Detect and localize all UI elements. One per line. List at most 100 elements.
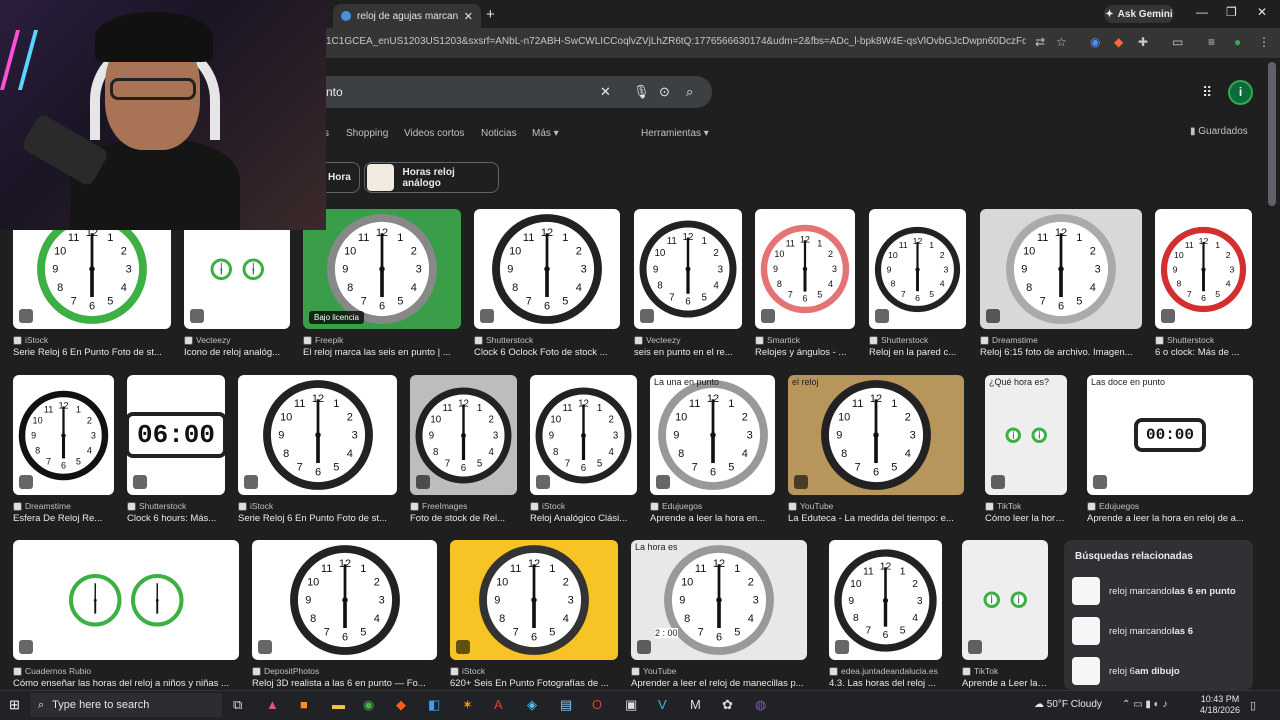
result-thumbnail[interactable]: 1 2 3 4 5 6 7 8 9 10 11 12	[238, 375, 397, 495]
result-title[interactable]: Esfera De Reloj Re...	[13, 513, 114, 524]
result-thumbnail[interactable]	[962, 540, 1048, 660]
result-thumbnail[interactable]: 1 2 3 4 5 6 7 8 9 10 11 12	[869, 209, 966, 329]
nav-more[interactable]: Más ▾	[532, 128, 559, 139]
image-result-card[interactable]: 1 2 3 4 5 6 7 8 9 10 11 12 iStock Serie Reloj 6 En Pu…	[238, 375, 397, 533]
result-title[interactable]: Serie Reloj 6 En Punto Foto de st...	[238, 513, 397, 524]
taskbar-search[interactable]: ⌕ Type here to search	[30, 693, 222, 717]
result-title[interactable]: Reloj en la pared c...	[869, 347, 966, 358]
search-input[interactable]: nto	[326, 85, 343, 99]
result-title[interactable]: Reloj 3D realista a las 6 en punto — Fo.…	[252, 678, 437, 689]
image-result-card[interactable]: 1 2 3 4 5 6 7 8 9 10 11 12 Bajo licencia Freepik El re…	[303, 209, 461, 367]
result-thumbnail[interactable]: 1 2 3 4 5 6 7 8 9 10 11 12	[474, 209, 620, 329]
lens-icon[interactable]: ⊙	[659, 84, 670, 100]
image-result-card[interactable]: 1 2 3 4 5 6 7 8 9 10 11 12 Vecteezy seis en punto en …	[634, 209, 742, 367]
chrome-icon[interactable]: ◉	[363, 697, 374, 713]
app-icon[interactable]: M	[690, 697, 701, 712]
result-title[interactable]: 4.3. Las horas del reloj ...	[829, 678, 942, 689]
close-window-button[interactable]: ✕	[1257, 5, 1267, 19]
result-title[interactable]: Clock 6 hours: Más...	[127, 513, 225, 524]
result-title[interactable]: seis en punto en el re...	[634, 347, 742, 358]
image-result-card[interactable]: 1 2 3 4 5 6 7 8 9 10 11 12 Shutterstock Clock 6 Ocloc…	[474, 209, 620, 367]
image-result-card[interactable]: 00:00 Las doce en punto Edujuegos Aprende a…	[1087, 375, 1253, 533]
split-view-icon[interactable]: ▭	[1172, 35, 1183, 49]
weather-widget[interactable]: ☁ 50°F Cloudy	[1034, 699, 1102, 710]
menu-icon[interactable]: ⋮	[1258, 35, 1270, 49]
app-icon[interactable]: ◍	[755, 697, 766, 713]
result-thumbnail[interactable]: 1 2 3 4 5 6 7 8 9 10 11 12	[980, 209, 1142, 329]
file-explorer-icon[interactable]: ▬	[332, 697, 345, 712]
result-thumbnail[interactable]: 1 2 3 4 5 6 7 8 9 10 11 12	[755, 209, 855, 329]
maximize-button[interactable]: ❐	[1226, 5, 1237, 19]
result-thumbnail[interactable]: 1 2 3 4 5 6 7 8 9 10 11 12 La hora es 2 : 00	[631, 540, 807, 660]
result-title[interactable]: Foto de stock de Rel...	[410, 513, 517, 524]
result-thumbnail[interactable]: 1 2 3 4 5 6 7 8 9 10 11 12 La una en punto	[650, 375, 775, 495]
url-field[interactable]: 1C1GCEA_enUS1203US1203&sxsrf=ANbL-n72ABH…	[326, 36, 1026, 47]
related-item[interactable]: reloj 6 am dibujo	[1072, 656, 1247, 686]
result-title[interactable]: Relojes y ángulos - ...	[755, 347, 855, 358]
taskbar-clock[interactable]: 10:43 PM 4/18/2026	[1200, 694, 1240, 716]
tray-icons[interactable]: ⌃ ▭ ▮ ◐ ♪	[1122, 699, 1167, 710]
browser-tab[interactable]: reloj de agujas marcando la 6 e ✕	[333, 4, 481, 28]
extensions-puzzle-icon[interactable]: ✚	[1138, 35, 1148, 49]
result-thumbnail[interactable]: 00:00 Las doce en punto	[1087, 375, 1253, 495]
result-thumbnail[interactable]	[13, 540, 239, 660]
clear-icon[interactable]: ✕	[600, 84, 611, 100]
image-result-card[interactable]: Vecteezy Icono de reloj analóg...	[184, 209, 290, 367]
task-view-icon[interactable]: ⧉	[233, 697, 242, 713]
image-result-card[interactable]: 1 2 3 4 5 6 7 8 9 10 11 12 Dreamstime Reloj 6:15 foto…	[980, 209, 1142, 367]
app-icon[interactable]: ▤	[560, 697, 572, 713]
image-result-card[interactable]: 1 2 3 4 5 6 7 8 9 10 11 12 edea.juntadeandalucia.es 4…	[829, 540, 942, 698]
app-icon[interactable]: V	[658, 697, 667, 712]
bookmark-star-icon[interactable]: ☆	[1056, 35, 1067, 49]
saved-button[interactable]: ▮ Guardados	[1190, 126, 1248, 137]
result-thumbnail[interactable]: 06:00	[127, 375, 225, 495]
translate-icon[interactable]: ⇄	[1035, 35, 1045, 49]
media-icon[interactable]: ≡	[1208, 35, 1215, 49]
image-result-card[interactable]: 1 2 3 4 5 6 7 8 9 10 11 12 Dreamstime Esfera De Reloj…	[13, 375, 114, 533]
result-title[interactable]: El reloj marca las seis en punto | ...	[303, 347, 461, 358]
search-box[interactable]	[310, 76, 712, 108]
mic-icon[interactable]: 🎙	[633, 84, 650, 100]
result-title[interactable]: Reloj 6:15 foto de archivo. Imagen...	[980, 347, 1142, 358]
image-result-card[interactable]: TikTok Aprende a Leer la ...	[962, 540, 1048, 698]
image-result-card[interactable]: 1 2 3 4 5 6 7 8 9 10 11 12 Shutterstock Reloj en la p…	[869, 209, 966, 367]
image-result-card[interactable]: 1 2 3 4 5 6 7 8 9 10 11 12 Smartick Relojes y ángulos…	[755, 209, 855, 367]
scrollbar[interactable]	[1268, 62, 1276, 206]
apps-grid-icon[interactable]: ⠿	[1202, 84, 1212, 101]
result-thumbnail[interactable]: 1 2 3 4 5 6 7 8 9 10 11 12	[252, 540, 437, 660]
nav-news[interactable]: Noticias	[481, 128, 517, 139]
result-thumbnail[interactable]: 1 2 3 4 5 6 7 8 9 10 11 12	[634, 209, 742, 329]
image-result-card[interactable]: 1 2 3 4 5 6 7 8 9 10 11 12 iStock Serie Reloj 6 En Pu…	[13, 209, 171, 367]
result-title[interactable]: Aprende a Leer la ...	[962, 678, 1048, 689]
extension-icon[interactable]: ◉	[1090, 35, 1100, 49]
result-thumbnail[interactable]: 1 2 3 4 5 6 7 8 9 10 11 12 el reloj	[788, 375, 964, 495]
profile-icon[interactable]: ●	[1234, 35, 1241, 49]
opera-icon[interactable]: O	[592, 697, 602, 712]
result-title[interactable]: Aprende a leer la hora en...	[650, 513, 775, 524]
image-result-card[interactable]: 1 2 3 4 5 6 7 8 9 10 11 12 Shutterstock 6 o clock: Má…	[1155, 209, 1252, 367]
app-icon[interactable]: ✶	[462, 697, 473, 713]
image-result-card[interactable]: 1 2 3 4 5 6 7 8 9 10 11 12 iStock Reloj Analógico Clá…	[530, 375, 637, 533]
result-title[interactable]: 6 o clock: Más de ...	[1155, 347, 1252, 358]
nav-tools[interactable]: Herramientas ▾	[641, 128, 709, 139]
result-thumbnail[interactable]: 1 2 3 4 5 6 7 8 9 10 11 12 Bajo licencia	[303, 209, 461, 329]
image-result-card[interactable]: 1 2 3 4 5 6 7 8 9 10 11 12 La hora es 2 : 00 YouTube Ap…	[631, 540, 807, 698]
result-title[interactable]: 620+ Seis En Punto Fotografías de ...	[450, 678, 618, 689]
image-result-card[interactable]: Cuadernos Rubio Cómo enseñar las horas de…	[13, 540, 239, 698]
app-icon[interactable]: ◈	[527, 697, 537, 713]
result-thumbnail[interactable]: 1 2 3 4 5 6 7 8 9 10 11 12	[530, 375, 637, 495]
app-icon[interactable]: ▣	[625, 697, 637, 713]
minimize-button[interactable]: —	[1196, 5, 1208, 19]
image-result-card[interactable]: 1 2 3 4 5 6 7 8 9 10 11 12 DepositPhotos Reloj 3D rea…	[252, 540, 437, 698]
new-tab-button[interactable]: +	[486, 6, 495, 23]
vscode-icon[interactable]: ◧	[428, 697, 440, 713]
search-icon[interactable]: ⌕	[686, 84, 693, 100]
image-result-card[interactable]: 1 2 3 4 5 6 7 8 9 10 11 12 La una en punto Edujuegos A…	[650, 375, 775, 533]
windows-start-icon[interactable]: ⊞	[9, 697, 20, 713]
ask-gemini-button[interactable]: ✦ Ask Gemini	[1104, 5, 1174, 23]
result-title[interactable]: La Eduteca - La medida del tiempo: e...	[788, 513, 964, 524]
result-thumbnail[interactable]: ¿Qué hora es?	[985, 375, 1067, 495]
result-title[interactable]: Cómo leer la hora ...	[985, 513, 1067, 524]
image-result-card[interactable]: 1 2 3 4 5 6 7 8 9 10 11 12 iStock 620+ Seis En Punto …	[450, 540, 618, 698]
result-thumbnail[interactable]: 1 2 3 4 5 6 7 8 9 10 11 12	[1155, 209, 1252, 329]
